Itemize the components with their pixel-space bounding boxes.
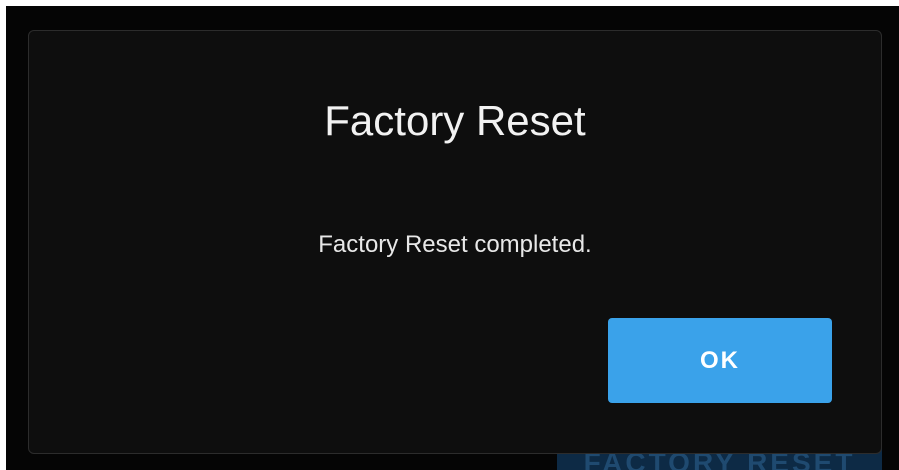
factory-reset-dialog: Factory Reset Factory Reset completed. O…	[28, 30, 882, 454]
ok-button[interactable]: OK	[608, 318, 832, 403]
dialog-title: Factory Reset	[324, 97, 586, 144]
dialog-message: Factory Reset completed.	[318, 231, 592, 258]
app-screen: FACTORY RESET Factory Reset Factory Rese…	[6, 6, 899, 470]
